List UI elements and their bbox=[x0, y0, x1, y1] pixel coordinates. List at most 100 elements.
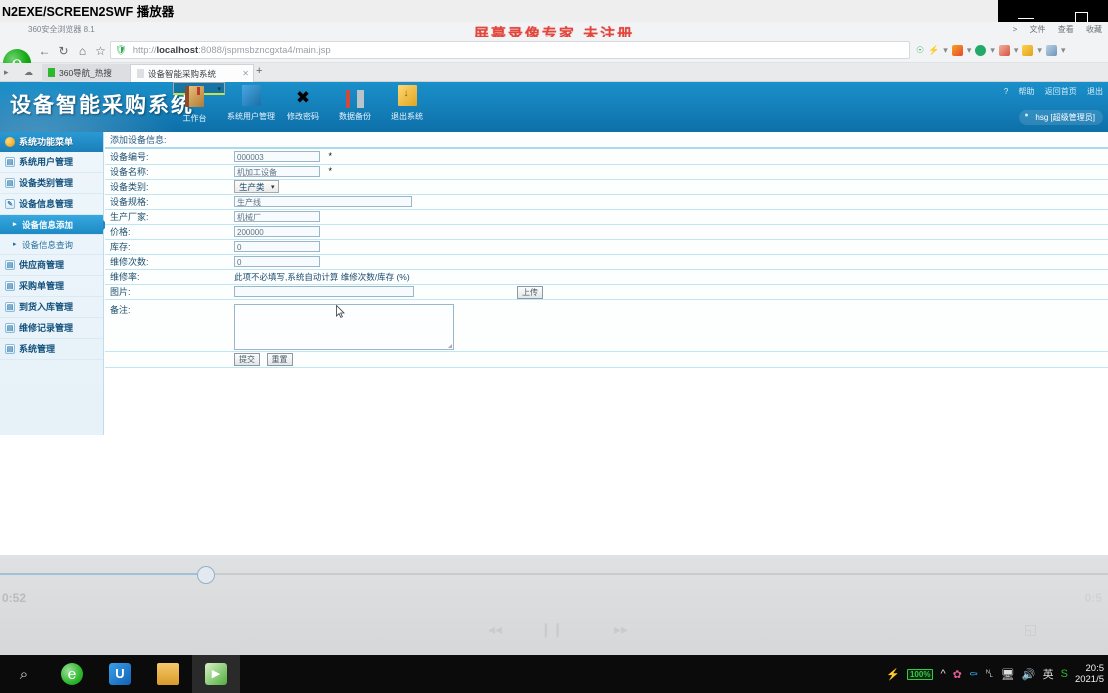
sogou-tray-icon[interactable]: S bbox=[1061, 668, 1068, 680]
link-home[interactable]: 返回首页 bbox=[1045, 87, 1077, 96]
chevron-4-icon[interactable]: ▾ bbox=[1037, 45, 1042, 56]
sidebar-item-device-info[interactable]: ✎ 设备信息管理 bbox=[0, 194, 103, 215]
label-repair-count: 维修次数: bbox=[105, 254, 229, 270]
seek-handle[interactable] bbox=[197, 566, 215, 584]
extension-icon-5[interactable] bbox=[1045, 44, 1057, 56]
ime-lang-tray[interactable]: 英 bbox=[1043, 666, 1054, 682]
tab-data-backup[interactable]: 数据备份 bbox=[329, 82, 381, 132]
chevron-3-icon[interactable]: ▾ bbox=[1014, 45, 1019, 56]
screen-recorder-icon[interactable]: ▶ bbox=[192, 655, 240, 693]
tab-user-management[interactable]: 系统用户管理 bbox=[225, 82, 277, 132]
cloud-icon[interactable]: ☁ bbox=[24, 63, 33, 82]
url-prefix: http:// bbox=[132, 45, 157, 56]
app-logo: 设备智能采购系统 bbox=[10, 92, 194, 117]
label-stock: 库存: bbox=[105, 239, 229, 255]
tab-data-backup-label: 数据备份 bbox=[339, 112, 371, 121]
form-row-device-spec: 设备规格: 生产线 bbox=[105, 194, 1108, 210]
new-tab-button[interactable]: + bbox=[256, 65, 262, 77]
minimize-button[interactable] bbox=[1018, 17, 1035, 19]
back-icon[interactable]: ← bbox=[36, 43, 53, 60]
input-picture-path[interactable] bbox=[234, 286, 414, 298]
extension-icon-2[interactable] bbox=[975, 44, 987, 56]
battery-indicator[interactable]: 100% bbox=[906, 668, 934, 680]
volume-icon[interactable]: 🔊 bbox=[1022, 668, 1036, 681]
close-tab-icon[interactable]: ✕ bbox=[242, 65, 249, 82]
video-playback-area[interactable]: 360安全浏览器 8.1 > 文件 查看 收藏 屏幕录像专家 未注册 e ← ↻… bbox=[0, 22, 1108, 555]
input-manufacturer[interactable]: 机械厂 bbox=[234, 211, 320, 223]
taskbar-apps: ⌕ e U ▶ bbox=[0, 655, 240, 693]
sidebar-title: 系统功能菜单 bbox=[0, 132, 103, 152]
wallpaper-app-icon[interactable]: ✿ bbox=[953, 668, 962, 681]
sidebar-item-user-management[interactable]: ▤ 系统用户管理 bbox=[0, 152, 103, 173]
sidebar-item-purchase-order[interactable]: ▤ 采购单管理 bbox=[0, 276, 103, 297]
sidebar-item-supplier[interactable]: ▤ 供应商管理 bbox=[0, 255, 103, 276]
chevron-2-icon[interactable]: ▾ bbox=[990, 45, 995, 56]
label-device-category: 设备类别: bbox=[105, 179, 229, 195]
current-user-badge[interactable]: hsg [超级管理员] bbox=[1019, 110, 1103, 125]
form-row-actions: 提交 重置 bbox=[105, 351, 1108, 368]
input-device-spec[interactable]: 生产线 bbox=[234, 196, 412, 208]
sidebar-label-8: 维修记录管理 bbox=[19, 323, 74, 333]
rewind-icon[interactable]: ◂◂ bbox=[488, 621, 502, 638]
link-help[interactable]: 帮助 bbox=[1019, 87, 1035, 96]
browser-tab-0[interactable]: 360导航_热搜 bbox=[42, 64, 138, 82]
time-current: 0:52 bbox=[2, 591, 27, 605]
tab-change-password[interactable]: ✖ 修改密码 bbox=[277, 82, 329, 132]
pause-icon[interactable]: ❙❙ bbox=[540, 621, 563, 638]
reset-button[interactable]: 重置 bbox=[266, 352, 293, 366]
required-marker-1: * bbox=[328, 165, 333, 176]
textarea-memo[interactable] bbox=[234, 303, 454, 350]
home-icon[interactable]: ⌂ bbox=[74, 43, 91, 60]
input-repair-count[interactable]: 0 bbox=[234, 256, 320, 268]
player-controls: 0:52 0:5 ◂◂ ❙❙ ▸▸ ◱ bbox=[0, 555, 1108, 655]
sidebar-item-device-info-add[interactable]: 设备信息添加 bbox=[0, 215, 108, 235]
url-input[interactable]: 🛡 http://localhost:8088/jspmsbzncgxta4/m… bbox=[110, 41, 910, 59]
network-icon[interactable]: 🖥 bbox=[1001, 668, 1015, 681]
chevron-down-icon[interactable]: ▾ bbox=[943, 45, 948, 56]
sidebar-item-device-info-query[interactable]: 设备信息查询 bbox=[0, 235, 103, 255]
submit-button[interactable]: 提交 bbox=[234, 352, 260, 366]
clock[interactable]: 20:5 2021/5 bbox=[1075, 663, 1104, 685]
extension-icon-1[interactable] bbox=[951, 44, 963, 56]
fullscreen-icon[interactable]: ◱ bbox=[1024, 621, 1037, 638]
link-logout[interactable]: 退出 bbox=[1087, 87, 1103, 96]
input-device-name[interactable]: 机加工设备 bbox=[234, 166, 320, 178]
show-hidden-icons-chevron-icon[interactable]: ^ bbox=[940, 668, 945, 680]
tim-icon[interactable]: U bbox=[96, 655, 144, 693]
speed-boost-icon[interactable]: ☉ bbox=[916, 45, 924, 56]
extension-icon-3[interactable] bbox=[998, 44, 1010, 56]
chevron-5-icon[interactable]: ▾ bbox=[1061, 45, 1066, 56]
select-device-category[interactable]: 生产类 bbox=[234, 180, 279, 194]
search-icon[interactable]: ⌕ bbox=[0, 655, 48, 693]
form-row-picture: 图片: 上传 bbox=[105, 284, 1108, 300]
shield-app-icon[interactable]: ⚰ bbox=[969, 668, 978, 681]
label-memo: 备注: bbox=[105, 299, 229, 352]
browser-360-icon[interactable]: e bbox=[48, 655, 96, 693]
forward-icon[interactable]: ▸▸ bbox=[614, 621, 628, 638]
form-row-stock: 库存: 0 bbox=[105, 239, 1108, 255]
file-explorer-icon[interactable] bbox=[144, 655, 192, 693]
sidebar-label-3: 设备信息添加 bbox=[22, 220, 74, 230]
input-stock[interactable]: 0 bbox=[234, 241, 320, 253]
refresh-icon[interactable]: ↻ bbox=[55, 43, 72, 60]
extension-icon-4[interactable] bbox=[1022, 44, 1034, 56]
browser-tab-1[interactable]: 设备智能采购系统 ✕ bbox=[130, 64, 254, 82]
tab-workbench[interactable]: 工作台 bbox=[173, 82, 225, 123]
web-application: 设备智能采购系统 工作台 ▾ 系统用户管理 ✖ 修改密码 数据备份 ↓ 退出系统… bbox=[0, 82, 1108, 555]
sidebar-item-repair-record[interactable]: ▤ 维修记录管理 bbox=[0, 318, 103, 339]
input-device-code[interactable]: 000003 bbox=[234, 150, 320, 162]
tab-logout[interactable]: ↓ 退出系统 bbox=[381, 82, 433, 132]
keyboard-tray-icon[interactable]: ␤ bbox=[985, 668, 994, 681]
chevron-1-icon[interactable]: ▾ bbox=[967, 45, 972, 56]
label-device-name: 设备名称: bbox=[105, 164, 229, 180]
sidebar-item-device-category[interactable]: ▤ 设备类别管理 bbox=[0, 173, 103, 194]
sidebar-item-stock-in[interactable]: ▤ 到货入库管理 bbox=[0, 297, 103, 318]
sidebar-item-system-management[interactable]: ▤ 系统管理 bbox=[0, 339, 103, 360]
bookmark-star-icon[interactable]: ☆ bbox=[92, 43, 109, 60]
lightning-icon[interactable]: ⚡ bbox=[928, 45, 939, 56]
upload-button[interactable]: 上传 bbox=[517, 285, 543, 299]
tab-workbench-label: 工作台 bbox=[182, 114, 207, 123]
tab-list-icon[interactable]: ▸ bbox=[4, 63, 9, 82]
tab-user-management-label: 系统用户管理 bbox=[227, 112, 275, 121]
input-price[interactable]: 200000 bbox=[234, 226, 320, 238]
